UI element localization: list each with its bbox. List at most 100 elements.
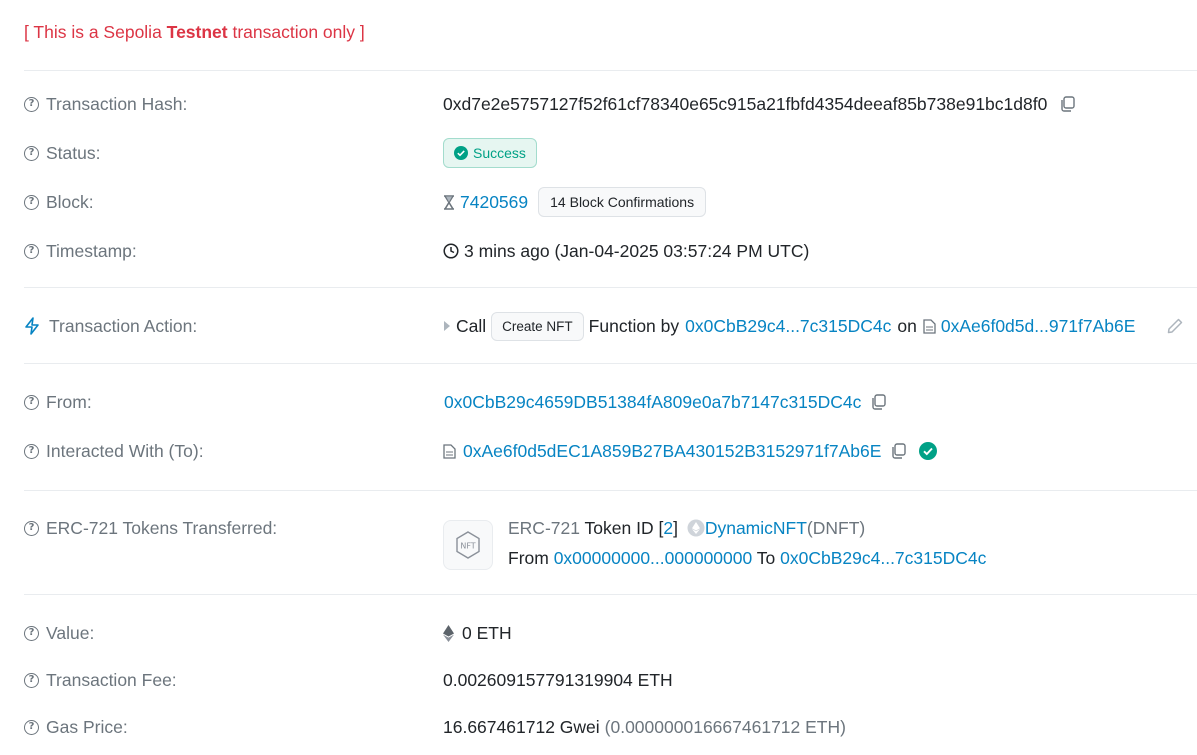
- erc721-from-link[interactable]: 0x00000000...000000000: [554, 548, 753, 568]
- status-text: Success: [473, 145, 526, 161]
- tx-fee-label: ? Transaction Fee:: [24, 670, 177, 691]
- action-on-text: on: [897, 315, 917, 336]
- copy-icon[interactable]: [870, 394, 887, 410]
- value-value: 0 ETH: [443, 623, 512, 644]
- nft-icon-text: NFT: [460, 542, 475, 551]
- clock-icon: [443, 243, 459, 259]
- question-circle-icon[interactable]: ?: [24, 625, 39, 641]
- tx-action-label: Transaction Action:: [24, 316, 197, 337]
- copy-icon[interactable]: [1059, 96, 1076, 112]
- label-text: Interacted With (To):: [46, 440, 204, 461]
- tx-fee-value: 0.002609157791319904 ETH: [443, 670, 673, 691]
- token-name-link[interactable]: DynamicNFT: [705, 518, 807, 538]
- label-text: From:: [46, 391, 92, 412]
- file-icon: [923, 318, 936, 334]
- gas-price-value: 16.667461712 Gwei (0.000000016667461712 …: [443, 717, 846, 738]
- gas-price-gwei: 16.667461712 Gwei: [443, 716, 600, 737]
- interacted-with-label: ? Interacted With (To):: [24, 441, 204, 462]
- tx-fee-text: 0.002609157791319904 ETH: [443, 669, 673, 690]
- erc721-line2: From 0x00000000...000000000 To 0x0CbB29c…: [508, 548, 986, 569]
- timestamp-value: 3 mins ago (Jan-04-2025 03:57:24 PM UTC): [443, 241, 809, 262]
- function-by-text: Function by: [588, 315, 680, 336]
- erc721-to-label: To: [756, 548, 776, 568]
- label-text: Gas Price:: [46, 716, 128, 737]
- divider: [24, 70, 1197, 71]
- action-call-text: Call: [456, 315, 487, 336]
- value-row: ? Value: 0 ETH: [0, 619, 1197, 647]
- lightning-icon: [25, 317, 39, 335]
- tx-action-value: Call Create NFT Function by 0x0CbB29c4..…: [443, 311, 1136, 341]
- action-by-address-link[interactable]: 0x0CbB29c4...7c315DC4c: [685, 316, 891, 337]
- label-text: Timestamp:: [46, 240, 137, 261]
- timestamp-text: 3 mins ago (Jan-04-2025 03:57:24 PM UTC): [464, 240, 810, 261]
- label-text: Value:: [46, 622, 95, 643]
- interacted-with-value: 0xAe6f0d5dEC1A859B27BA430152B3152971f7Ab…: [443, 441, 938, 462]
- value-label: ? Value:: [24, 623, 94, 644]
- gas-price-row: ? Gas Price: 16.667461712 Gwei (0.000000…: [0, 713, 1197, 741]
- label-text: ERC-721 Tokens Transferred:: [46, 517, 278, 538]
- from-row: ? From: 0x0CbB29c4659DB51384fA809e0a7b71…: [0, 388, 1197, 416]
- block-label: ? Block:: [24, 192, 94, 213]
- question-circle-icon[interactable]: ?: [24, 394, 39, 410]
- ethereum-token-icon: [687, 519, 705, 537]
- question-circle-icon[interactable]: ?: [24, 145, 39, 161]
- status-row: ? Status: Success: [0, 138, 1197, 168]
- block-number-link[interactable]: 7420569: [460, 192, 528, 213]
- banner-strong: Testnet: [166, 22, 228, 42]
- check-circle-icon: [454, 146, 468, 160]
- label-text: Status:: [46, 142, 101, 163]
- block-confirmations-badge: 14 Block Confirmations: [538, 187, 707, 217]
- token-id-link[interactable]: 2: [663, 518, 673, 538]
- erc721-from-label: From: [508, 548, 549, 568]
- banner-suffix: transaction only ]: [227, 22, 365, 42]
- divider: [24, 490, 1197, 491]
- erc721-standard: ERC-721: [508, 518, 580, 538]
- token-symbol: (DNFT): [806, 518, 866, 538]
- nft-icon: NFT: [443, 520, 493, 570]
- gas-price-eth: (0.000000016667461712 ETH): [604, 716, 846, 737]
- copy-icon[interactable]: [890, 443, 907, 459]
- erc721-to-link[interactable]: 0x0CbB29c4...7c315DC4c: [780, 548, 986, 568]
- function-name-badge: Create NFT: [491, 311, 584, 341]
- question-circle-icon[interactable]: ?: [24, 443, 39, 459]
- divider: [24, 594, 1197, 595]
- divider: [24, 287, 1197, 288]
- question-circle-icon[interactable]: ?: [24, 96, 39, 112]
- caret-right-icon: [444, 321, 450, 331]
- banner-prefix: [ This is a Sepolia: [24, 22, 167, 42]
- from-value: 0x0CbB29c4659DB51384fA809e0a7b7147c315DC…: [443, 392, 887, 413]
- divider: [24, 363, 1197, 364]
- value-text: 0 ETH: [462, 622, 512, 643]
- block-row: ? Block: 7420569 14 Block Confirmations: [0, 187, 1197, 217]
- testnet-banner: [ This is a Sepolia Testnet transaction …: [24, 22, 365, 43]
- interacted-with-row: ? Interacted With (To): 0xAe6f0d5dEC1A85…: [0, 437, 1197, 465]
- label-text: Block:: [46, 191, 94, 212]
- question-circle-icon[interactable]: ?: [24, 719, 39, 735]
- from-address-link[interactable]: 0x0CbB29c4659DB51384fA809e0a7b7147c315DC…: [444, 392, 861, 413]
- status-badge: Success: [443, 138, 537, 168]
- from-label: ? From:: [24, 392, 92, 413]
- timestamp-row: ? Timestamp: 3 mins ago (Jan-04-2025 03:…: [0, 237, 1197, 265]
- tx-hash-row: ? Transaction Hash: 0xd7e2e5757127f52f61…: [0, 90, 1197, 118]
- label-text: Transaction Action:: [49, 315, 198, 336]
- question-circle-icon[interactable]: ?: [24, 194, 39, 210]
- erc721-line1: ERC-721 Token ID [2] DynamicNFT(DNFT): [508, 518, 865, 539]
- action-contract-link[interactable]: 0xAe6f0d5d...971f7Ab6E: [941, 316, 1136, 337]
- gas-price-label: ? Gas Price:: [24, 717, 128, 738]
- label-text: Transaction Hash:: [46, 93, 188, 114]
- label-text: Transaction Fee:: [46, 669, 177, 690]
- question-circle-icon[interactable]: ?: [24, 672, 39, 688]
- bracket-close: ]: [673, 518, 678, 538]
- verified-check-circle-icon: [919, 442, 938, 460]
- file-icon: [443, 443, 456, 459]
- hourglass-icon: [444, 194, 454, 210]
- tx-hash-label: ? Transaction Hash:: [24, 94, 187, 115]
- question-circle-icon[interactable]: ?: [24, 520, 39, 536]
- tx-action-row: Transaction Action: Call Create NFT Func…: [0, 311, 1197, 341]
- question-circle-icon[interactable]: ?: [24, 243, 39, 259]
- tx-hash-text: 0xd7e2e5757127f52f61cf78340e65c915a21fbf…: [443, 93, 1048, 114]
- status-label: ? Status:: [24, 143, 100, 164]
- pencil-icon[interactable]: [1166, 317, 1184, 335]
- ethereum-icon: [443, 624, 454, 642]
- to-address-link[interactable]: 0xAe6f0d5dEC1A859B27BA430152B3152971f7Ab…: [463, 441, 881, 462]
